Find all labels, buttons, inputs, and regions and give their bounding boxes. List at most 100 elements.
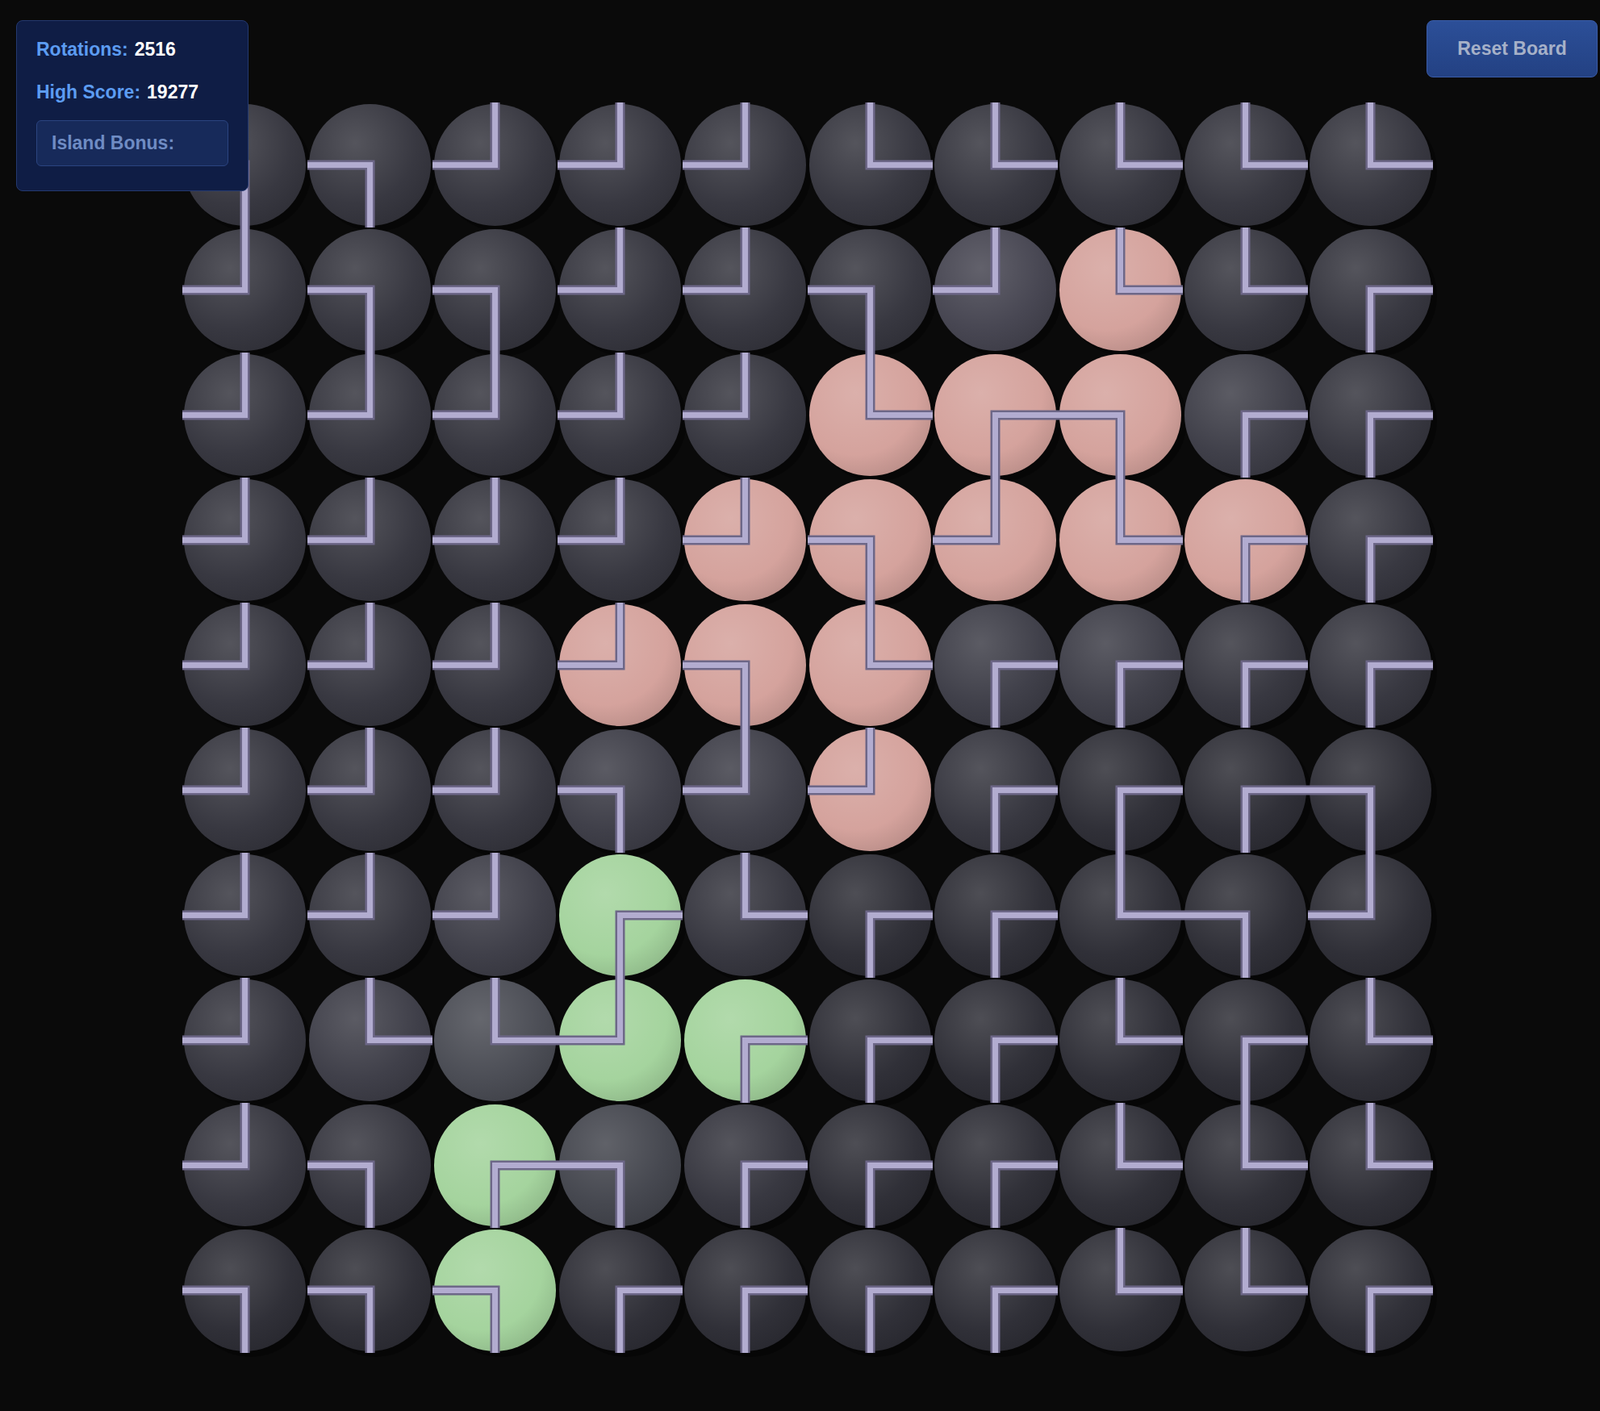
pipe-tile[interactable] [182,977,308,1103]
pipe-tile[interactable] [1307,727,1433,853]
pipe-tile[interactable] [1182,852,1308,978]
pipe-tile[interactable] [307,102,433,228]
pipe-tile[interactable] [807,227,933,353]
pipe-tile[interactable] [932,352,1058,478]
pipe-tile[interactable] [932,477,1058,603]
pipe-tile[interactable] [1307,852,1433,978]
pipe-tile[interactable] [682,352,808,478]
pipe-tile[interactable] [307,977,433,1103]
pipe-tile[interactable] [307,852,433,978]
pipe-tile[interactable] [307,352,433,478]
pipe-tile[interactable] [1307,977,1433,1103]
pipe-tile[interactable] [307,227,433,353]
pipe-tile[interactable] [307,727,433,853]
pipe-tile[interactable] [1182,1228,1308,1354]
pipe-tile[interactable] [807,477,933,603]
pipe-tile[interactable] [1307,602,1433,728]
pipe-tile[interactable] [432,1228,558,1354]
pipe-tile[interactable] [807,852,933,978]
pipe-tile[interactable] [932,102,1058,228]
pipe-tile[interactable] [682,602,808,728]
pipe-tile[interactable] [682,1228,808,1354]
pipe-tile[interactable] [557,977,683,1103]
pipe-tile[interactable] [432,102,558,228]
pipe-tile[interactable] [807,1102,933,1229]
pipe-tile[interactable] [807,102,933,228]
pipe-tile[interactable] [557,352,683,478]
pipe-tile[interactable] [807,1228,933,1354]
reset-button[interactable]: Reset Board [1426,20,1598,78]
pipe-tile[interactable] [1182,227,1308,353]
pipe-tile[interactable] [1182,102,1308,228]
pipe-tile[interactable] [1057,102,1183,228]
pipe-tile[interactable] [682,102,808,228]
pipe-tile[interactable] [932,1102,1058,1229]
pipe-tile[interactable] [307,477,433,603]
pipe-tile[interactable] [1307,1228,1433,1354]
pipe-tile[interactable] [1057,227,1183,353]
pipe-tile[interactable] [1182,977,1308,1103]
pipe-tile[interactable] [682,1102,808,1229]
pipe-tile[interactable] [807,352,933,478]
pipe-tile[interactable] [932,1228,1058,1354]
pipe-tile[interactable] [182,727,308,853]
pipe-tile[interactable] [432,602,558,728]
pipe-tile[interactable] [807,727,933,853]
pipe-tile[interactable] [307,1228,433,1354]
pipe-tile[interactable] [932,852,1058,978]
pipe-tile[interactable] [1182,352,1308,478]
pipe-tile[interactable] [1182,602,1308,728]
pipe-tile[interactable] [682,852,808,978]
pipe-tile[interactable] [432,727,558,853]
pipe-tile[interactable] [932,602,1058,728]
pipe-tile[interactable] [1182,477,1308,603]
pipe-tile[interactable] [1057,977,1183,1103]
pipe-tile[interactable] [1307,102,1433,228]
pipe-tile[interactable] [807,977,933,1103]
pipe-tile[interactable] [682,977,808,1103]
pipe-tile[interactable] [682,227,808,353]
pipe-tile[interactable] [557,602,683,728]
pipe-tile[interactable] [1057,352,1183,478]
pipe-tile[interactable] [432,352,558,478]
pipe-tile[interactable] [1307,477,1433,603]
pipe-tile[interactable] [932,227,1058,353]
pipe-tile[interactable] [307,1102,433,1229]
pipe-tile[interactable] [557,852,683,978]
pipe-tile[interactable] [432,852,558,978]
pipe-tile[interactable] [557,727,683,853]
pipe-tile[interactable] [182,227,308,353]
pipe-tile[interactable] [432,1102,558,1229]
pipe-tile[interactable] [807,602,933,728]
pipe-tile[interactable] [557,227,683,353]
pipe-tile[interactable] [557,1228,683,1354]
pipe-tile[interactable] [182,602,308,728]
pipe-tile[interactable] [1307,352,1433,478]
pipe-tile[interactable] [1057,727,1183,853]
pipe-tile[interactable] [557,102,683,228]
pipe-tile[interactable] [682,477,808,603]
pipe-tile[interactable] [182,1102,308,1229]
pipe-tile[interactable] [182,1228,308,1354]
pipe-tile[interactable] [932,727,1058,853]
pipe-tile[interactable] [1182,727,1308,853]
pipe-tile[interactable] [1057,477,1183,603]
pipe-tile[interactable] [182,477,308,603]
pipe-tile[interactable] [1057,1102,1183,1229]
pipe-tile[interactable] [1057,602,1183,728]
pipe-tile[interactable] [1307,227,1433,353]
pipe-tile[interactable] [1057,852,1183,978]
pipe-tile[interactable] [182,852,308,978]
pipe-tile[interactable] [557,1102,683,1229]
pipe-tile[interactable] [557,477,683,603]
pipe-tile[interactable] [432,477,558,603]
pipe-tile[interactable] [182,352,308,478]
pipe-tile[interactable] [432,977,558,1103]
pipe-tile[interactable] [1307,1102,1433,1229]
pipe-tile[interactable] [1057,1228,1183,1354]
pipe-tile[interactable] [307,602,433,728]
pipe-tile[interactable] [1182,1102,1308,1229]
pipe-tile[interactable] [432,227,558,353]
pipe-tile[interactable] [932,977,1058,1103]
pipe-tile[interactable] [682,727,808,853]
